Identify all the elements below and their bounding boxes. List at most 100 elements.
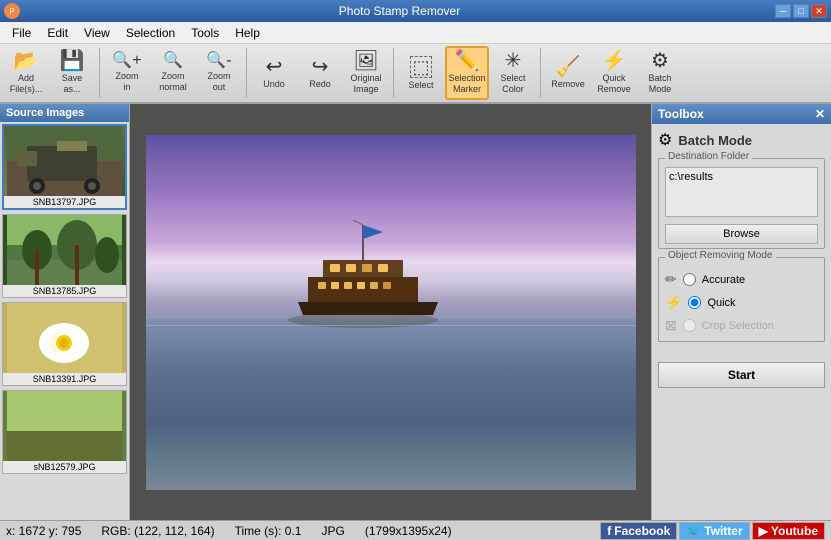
thumb-2-icon <box>7 215 122 285</box>
status-dimensions: (1799x1395x24) <box>365 524 452 538</box>
youtube-icon: ▶ <box>759 524 768 538</box>
boat-svg <box>268 220 468 340</box>
zoom-in-button[interactable]: 🔍+ Zoomin <box>105 46 149 100</box>
status-info: x: 1672 y: 795 RGB: (122, 112, 164) Time… <box>6 524 600 538</box>
app-icon: P <box>4 3 20 19</box>
source-panel: Source Images SN <box>0 104 130 520</box>
menu-help[interactable]: Help <box>227 24 268 42</box>
toolbar-sep-4 <box>540 48 541 98</box>
object-removing-mode-group: Object Removing Mode ✏ Accurate ⚡ Quick … <box>658 257 825 342</box>
toolbar-sep-2 <box>246 48 247 98</box>
menu-edit[interactable]: Edit <box>39 24 76 42</box>
select-button[interactable]: ⬚ Select <box>399 46 443 100</box>
status-format: JPG <box>321 524 344 538</box>
zoom-out-icon: 🔍- <box>206 53 231 69</box>
source-panel-title: Source Images <box>0 104 129 122</box>
close-button[interactable]: ✕ <box>811 4 827 18</box>
destination-folder-legend: Destination Folder <box>665 151 752 162</box>
select-color-icon: ✳ <box>505 51 522 71</box>
twitter-label: Twitter <box>704 524 742 538</box>
accurate-option: ✏ Accurate <box>665 268 818 291</box>
maximize-button[interactable]: □ <box>793 4 809 18</box>
list-item[interactable]: SNB13785.JPG <box>2 214 127 298</box>
toolbar-sep-3 <box>393 48 394 98</box>
status-coords: x: 1672 y: 795 <box>6 524 81 538</box>
quick-option: ⚡ Quick <box>665 291 818 314</box>
add-files-icon: 📂 <box>14 51 39 71</box>
zoom-normal-button[interactable]: 🔍 Zoomnormal <box>151 46 195 100</box>
browse-button[interactable]: Browse <box>665 224 818 244</box>
destination-folder-input[interactable] <box>665 167 818 217</box>
start-button[interactable]: Start <box>658 362 825 388</box>
save-icon: 💾 <box>60 51 85 71</box>
zoom-in-icon: 🔍+ <box>112 53 141 69</box>
quick-remove-icon: ⚡ <box>602 51 627 71</box>
selection-marker-icon: ✏️ <box>455 51 480 71</box>
menu-tools[interactable]: Tools <box>183 24 227 42</box>
select-color-button[interactable]: ✳ SelectColor <box>491 46 535 100</box>
title-bar: P Photo Stamp Remover ─ □ ✕ <box>0 0 831 22</box>
twitter-bird-icon: 🐦 <box>686 524 701 538</box>
redo-button[interactable]: ↪ Redo <box>298 46 342 100</box>
canvas-area[interactable] <box>130 104 651 520</box>
facebook-button[interactable]: f Facebook <box>600 522 677 540</box>
source-item-filename: SNB13785.JPG <box>3 285 126 297</box>
crop-selection-radio[interactable] <box>683 319 696 332</box>
undo-button[interactable]: ↩ Undo <box>252 46 296 100</box>
source-item-filename: SNB13391.JPG <box>3 373 126 385</box>
thumb-3-icon <box>7 303 122 373</box>
main-image[interactable] <box>146 135 636 490</box>
batch-mode-section: ⚙ Batch Mode <box>658 130 825 150</box>
selection-marker-button[interactable]: ✏️ SelectionMarker <box>445 46 489 100</box>
toolbox-title: Toolbox <box>658 107 704 121</box>
quick-icon: ⚡ <box>665 294 682 311</box>
add-files-button[interactable]: 📂 AddFile(s)... <box>4 46 48 100</box>
list-item[interactable]: sNB12579.JPG <box>2 390 127 474</box>
source-item-filename: SNB13797.JPG <box>4 196 125 208</box>
quick-radio[interactable] <box>688 296 701 309</box>
batch-mode-icon: ⚙ <box>651 51 669 71</box>
horizon-line <box>146 325 636 326</box>
zoom-normal-icon: 🔍 <box>163 53 183 69</box>
batch-mode-gear-icon: ⚙ <box>658 130 672 150</box>
main-area: Source Images SN <box>0 104 831 520</box>
facebook-label: Facebook <box>614 524 670 538</box>
window-controls: ─ □ ✕ <box>775 4 827 18</box>
crop-selection-label: Crop Selection <box>702 320 774 332</box>
source-item-filename: sNB12579.JPG <box>3 461 126 473</box>
toolbox-close-icon[interactable]: ✕ <box>815 107 825 121</box>
minimize-button[interactable]: ─ <box>775 4 791 18</box>
menu-view[interactable]: View <box>76 24 118 42</box>
list-item[interactable]: SNB13797.JPG <box>2 124 127 210</box>
twitter-button[interactable]: 🐦 Twitter <box>679 522 749 540</box>
toolbox-content: ⚙ Batch Mode Destination Folder Browse O… <box>652 124 831 520</box>
sea-layer <box>146 319 636 489</box>
menu-selection[interactable]: Selection <box>118 24 183 42</box>
quick-remove-button[interactable]: ⚡ QuickRemove <box>592 46 636 100</box>
remove-icon: 🧹 <box>556 57 581 77</box>
youtube-button[interactable]: ▶ Youtube <box>752 522 825 540</box>
original-image-button[interactable]: 🖼 OriginalImage <box>344 46 388 100</box>
toolbox-panel: Toolbox ✕ ⚙ Batch Mode Destination Folde… <box>651 104 831 520</box>
menu-file[interactable]: File <box>4 24 39 42</box>
undo-icon: ↩ <box>266 57 283 77</box>
accurate-label: Accurate <box>702 274 745 286</box>
social-buttons: f Facebook 🐦 Twitter ▶ Youtube <box>600 522 825 540</box>
zoom-out-button[interactable]: 🔍- Zoomout <box>197 46 241 100</box>
list-item[interactable]: SNB13391.JPG <box>2 302 127 386</box>
status-time: Time (s): 0.1 <box>235 524 302 538</box>
batch-mode-label: Batch Mode <box>678 133 752 148</box>
accurate-radio[interactable] <box>683 273 696 286</box>
quick-label: Quick <box>707 297 735 309</box>
status-bar: x: 1672 y: 795 RGB: (122, 112, 164) Time… <box>0 520 831 540</box>
batch-mode-button[interactable]: ⚙ BatchMode <box>638 46 682 100</box>
app-title: Photo Stamp Remover <box>24 4 775 18</box>
removing-mode-options: ✏ Accurate ⚡ Quick ⊠ Crop Selection <box>665 262 818 337</box>
thumb-4-icon <box>7 391 122 461</box>
save-as-button[interactable]: 💾 Saveas... <box>50 46 94 100</box>
toolbox-header: Toolbox ✕ <box>652 104 831 124</box>
remove-button[interactable]: 🧹 Remove <box>546 46 590 100</box>
destination-folder-group: Destination Folder Browse <box>658 158 825 249</box>
crop-selection-icon: ⊠ <box>665 317 677 334</box>
source-list[interactable]: SNB13797.JPG SNB13785.JPG <box>0 122 129 520</box>
